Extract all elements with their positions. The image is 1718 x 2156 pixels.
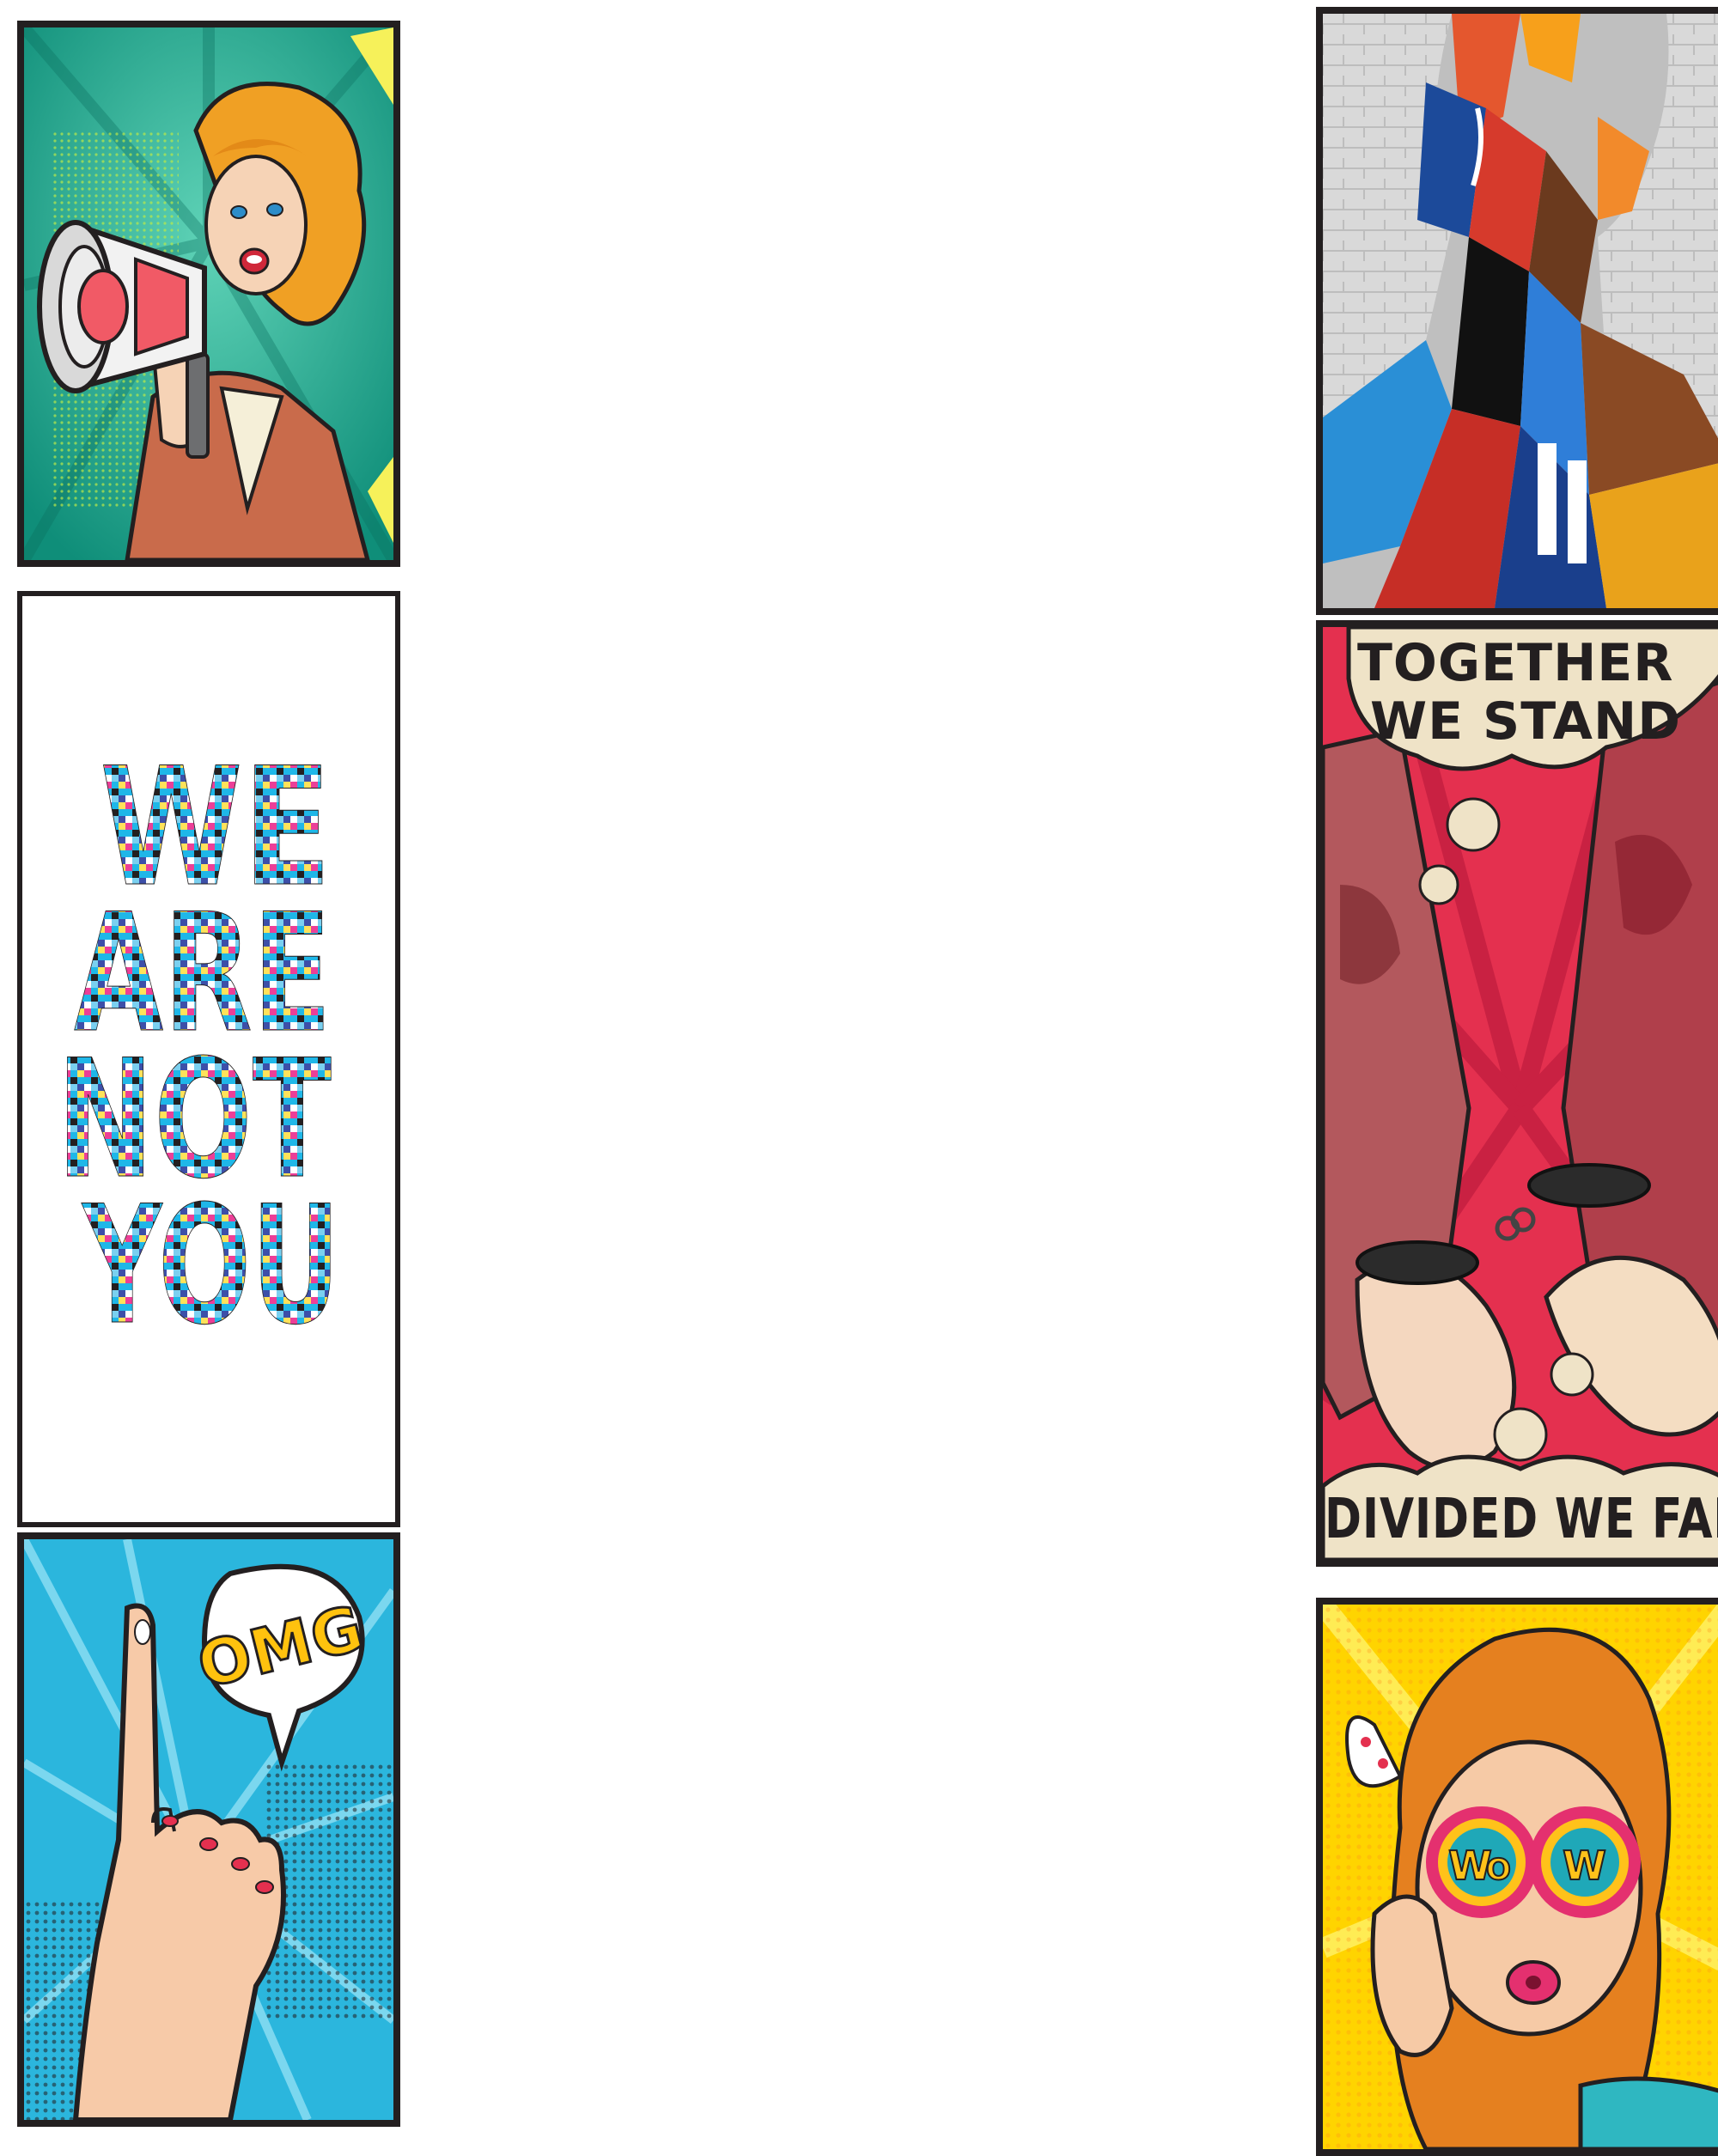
- together-caption-line2: WE STAND: [1370, 691, 1681, 752]
- text-line-you: YOU: [82, 1171, 340, 1361]
- omg-poster: OMG: [17, 1532, 400, 2127]
- graffiti-mural-poster: [1316, 7, 1718, 615]
- pixel-text-art: WE ARE NOT YOU: [22, 596, 395, 1522]
- together-we-stand-poster: TOGETHER WE STAND DIVIDED WE FALL: [1316, 620, 1718, 1567]
- megaphone-poster: [17, 21, 400, 567]
- wow-glasses-poster: W O W: [1316, 1598, 1718, 2156]
- wow-lens-right-letter: W: [1563, 1842, 1607, 1889]
- wow-lens-left-o: O: [1486, 1853, 1512, 1887]
- together-caption-line1: TOGETHER: [1357, 633, 1674, 693]
- omg-illustration: OMG: [24, 1539, 393, 2120]
- megaphone-illustration: [24, 27, 393, 560]
- wow-illustration: W O W: [1323, 1605, 1718, 2149]
- handcuffs-illustration: TOGETHER WE STAND DIVIDED WE FALL: [1323, 627, 1718, 1560]
- we-are-not-you-poster: WE ARE NOT YOU: [17, 591, 400, 1527]
- mural-illustration: [1323, 14, 1718, 608]
- together-caption-bottom: DIVIDED WE FALL: [1325, 1488, 1718, 1551]
